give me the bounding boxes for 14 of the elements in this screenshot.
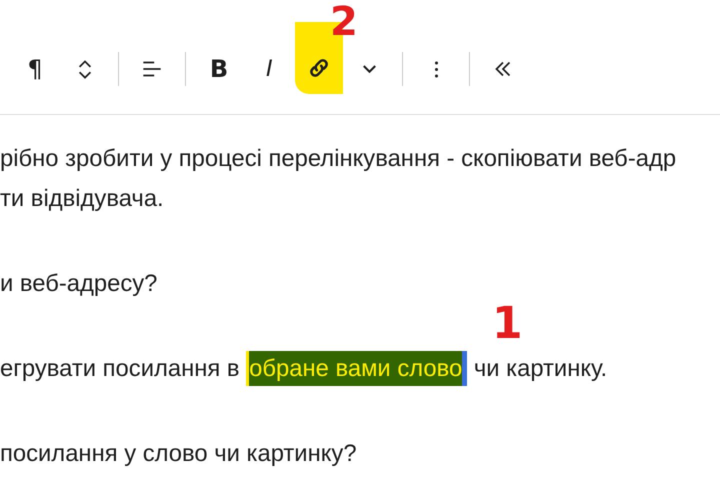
text-line: егрувати посилання в xyxy=(0,355,241,382)
bold-button[interactable]: B xyxy=(195,45,243,93)
paragraph-button[interactable]: ¶ xyxy=(11,45,59,93)
caret-icon xyxy=(362,65,376,73)
text-line: ти відвідувача. xyxy=(0,185,164,212)
annotation-number: 2 xyxy=(330,2,358,42)
italic-button[interactable]: I xyxy=(245,45,293,93)
text-line: посилання у слово чи картинку? xyxy=(0,440,357,467)
text-line: и веб-адресу? xyxy=(0,270,158,297)
selected-text: обране вами слово xyxy=(246,351,468,386)
text-line: рібно зробити у процесі перелінкування - скопіювати веб-адр xyxy=(0,145,676,172)
annotation-number: 1 xyxy=(492,302,523,346)
text-line: чи картинку. xyxy=(472,355,608,382)
options-icon xyxy=(434,60,438,78)
